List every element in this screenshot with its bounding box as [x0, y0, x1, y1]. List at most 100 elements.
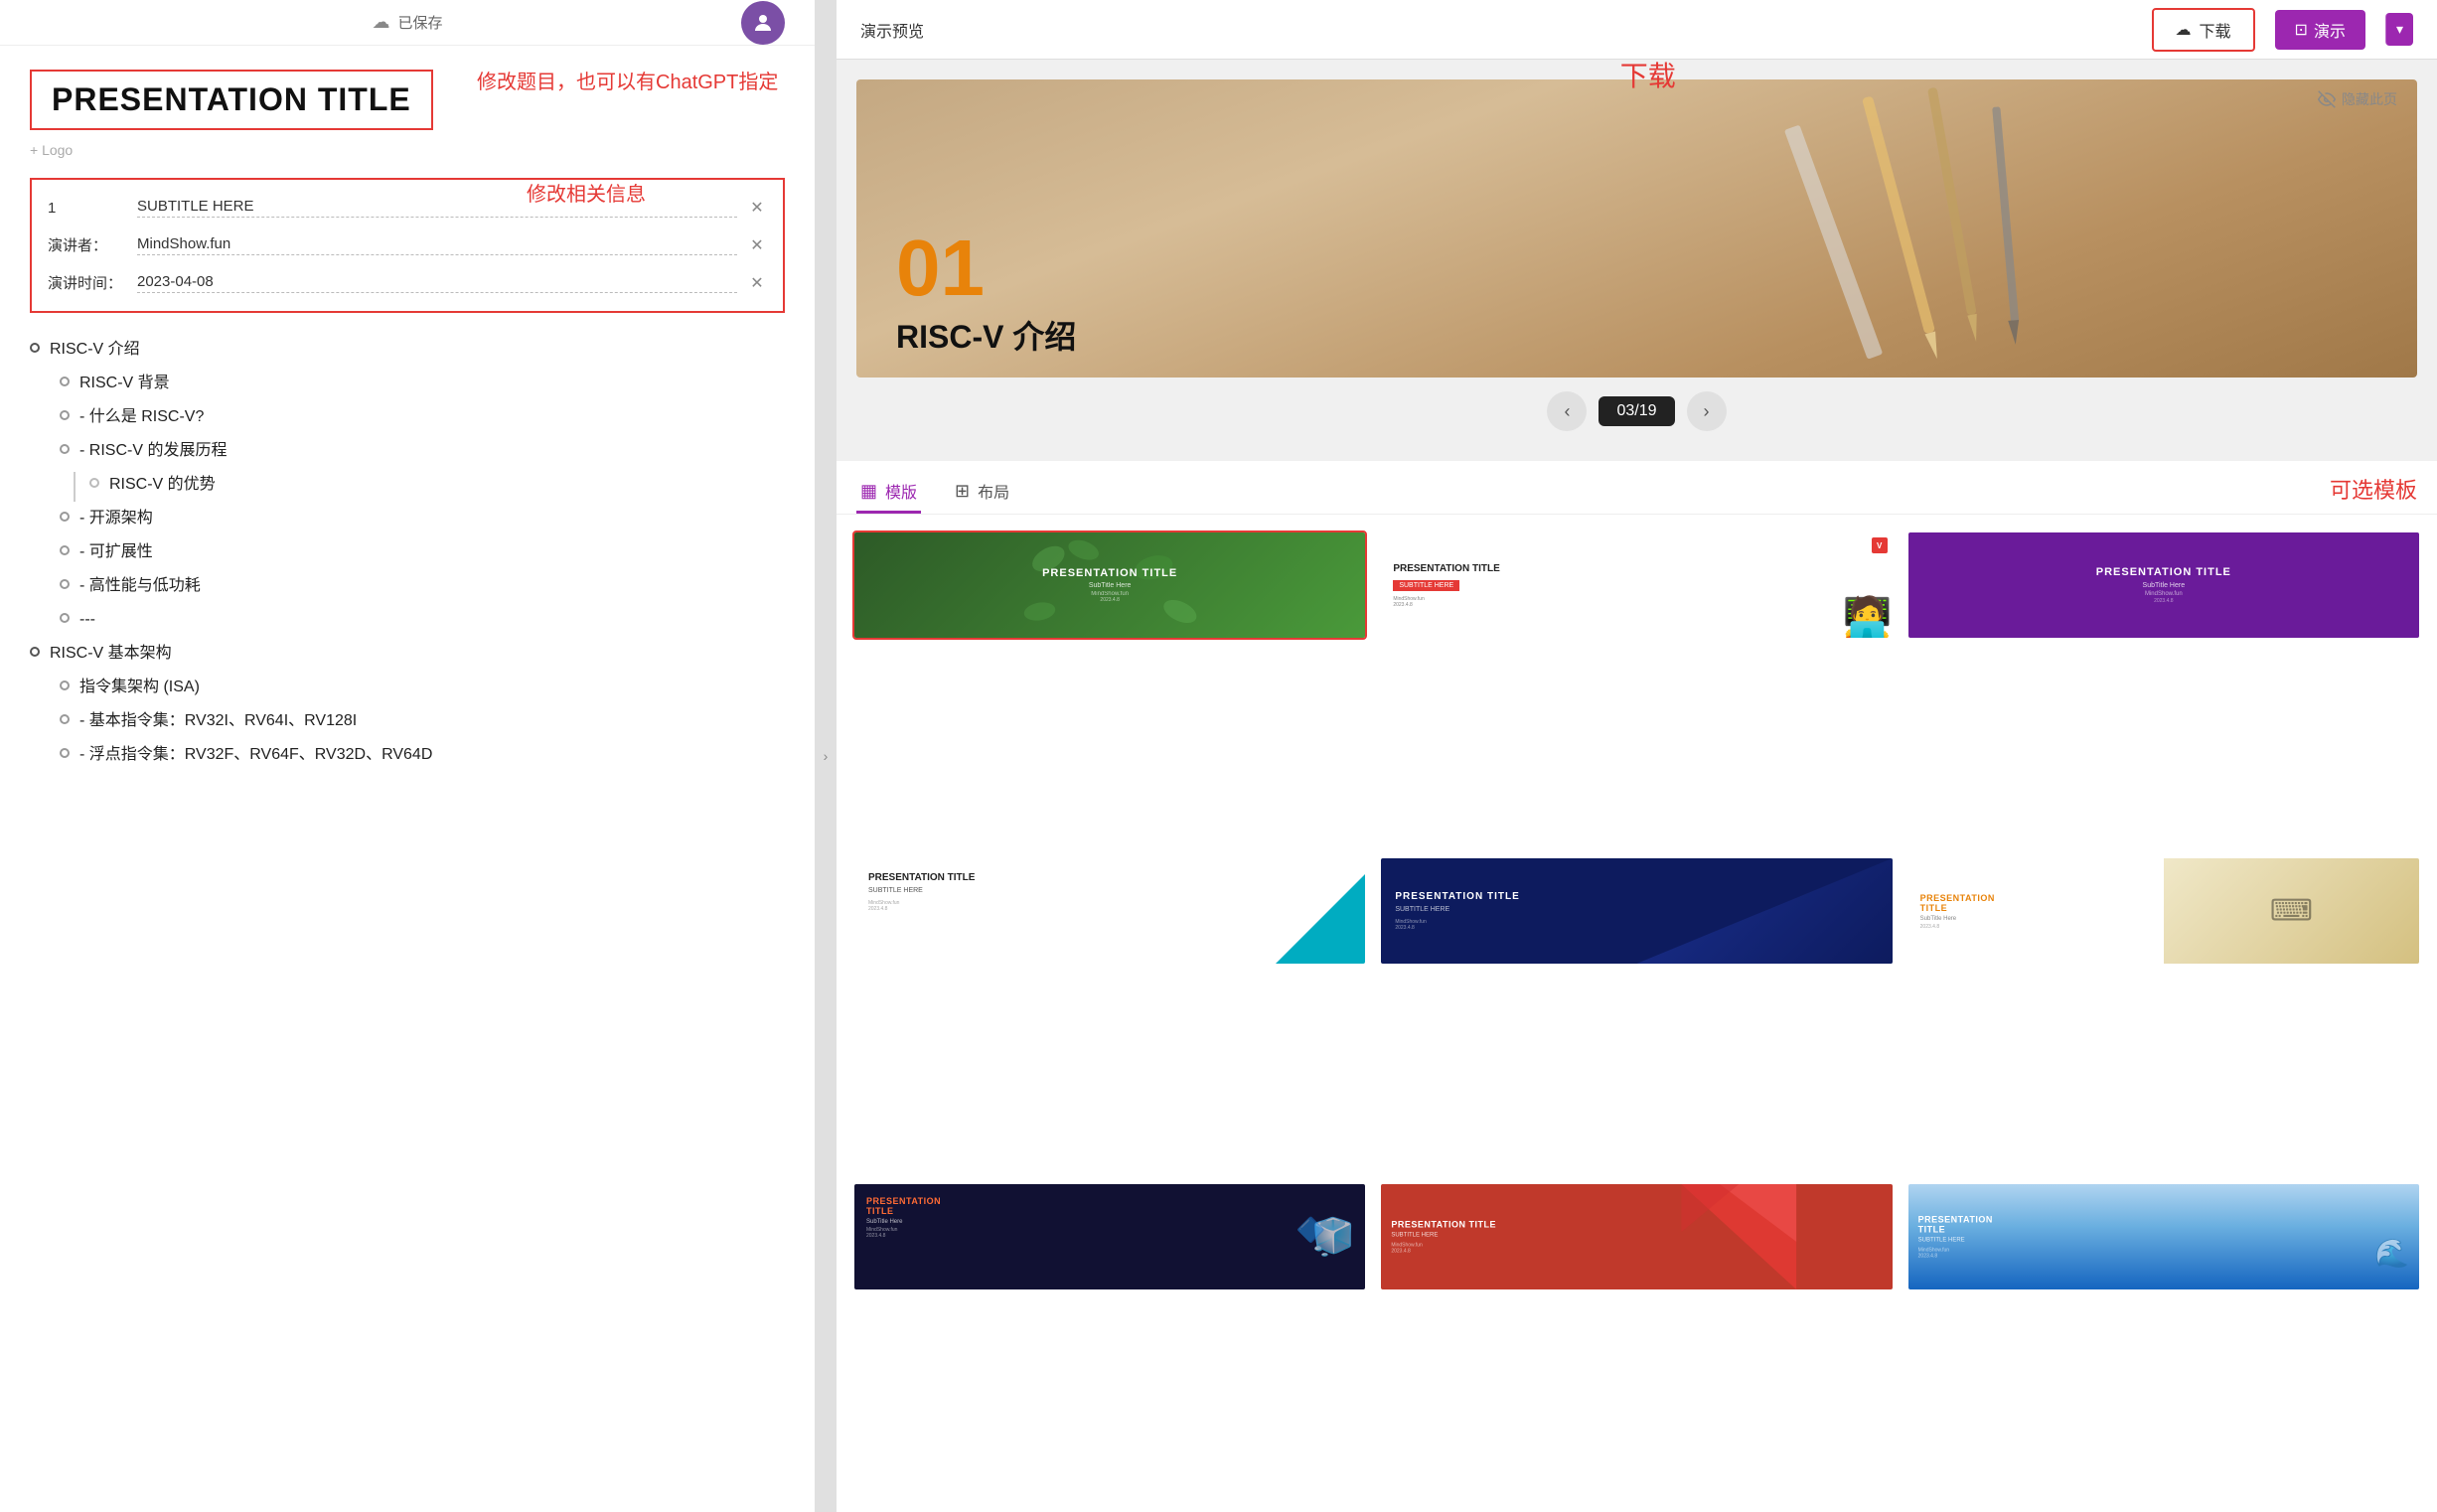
left-header: ☁ 已保存 — [0, 0, 815, 46]
info-row-presenter: 演讲者： MindShow.fun ✕ — [32, 227, 783, 264]
list-item[interactable]: - 可扩展性 — [30, 535, 785, 569]
template-card-2[interactable]: PRESENTATION TITLE SUBTITLE HERE MindSho… — [1379, 530, 1894, 640]
slide-navigation: ‹ 03/19 › — [856, 378, 2417, 441]
template-card-3[interactable]: PRESENTATION TITLE SubTitle Here MindSho… — [1906, 530, 2421, 640]
list-item[interactable]: RISC-V 介绍 — [30, 333, 785, 367]
template-card-4[interactable]: PRESENTATION TITLE SUBTITLE HERE MindSho… — [852, 856, 1367, 966]
template-card-8[interactable]: PRESENTATION TITLE SUBTITLE HERE MindSho… — [1379, 1182, 1894, 1291]
template-tab-label: 模版 — [885, 479, 917, 503]
layout-tab-icon: ⊞ — [955, 481, 970, 502]
outline-area: RISC-V 介绍 RISC-V 背景 - 什么是 RISC-V? - RISC… — [0, 313, 815, 1512]
item-text: - 高性能与低功耗 — [79, 574, 201, 598]
download-cloud-icon: ☁ — [2176, 20, 2192, 40]
date-close-icon[interactable]: ✕ — [747, 273, 767, 293]
subtitle-value[interactable]: SUBTITLE HERE — [137, 198, 737, 218]
preview-label: 演示预览 — [860, 18, 924, 42]
right-panel: 演示预览 ☁ 下载 ⊡ 演示 ▾ 下载 — [837, 0, 2437, 1512]
preview-area: 01 RISC-V 介绍 隐藏此页 ‹ 03/19 › — [837, 60, 2437, 461]
cloud-save-area: ☁ 已保存 — [372, 12, 442, 33]
subtitle-close-icon[interactable]: ✕ — [747, 198, 767, 218]
item-text: RISC-V 背景 — [79, 372, 170, 395]
item-text: - 基本指令集：RV32I、RV64I、RV128I — [79, 709, 357, 733]
annotation-info: 修改相关信息 — [527, 178, 646, 207]
bullet-icon — [60, 680, 70, 690]
info-box: 1 SUBTITLE HERE ✕ 演讲者： MindShow.fun ✕ 演讲… — [30, 178, 785, 313]
item-text: --- — [79, 608, 95, 632]
next-slide-button[interactable]: › — [1687, 391, 1727, 431]
list-item[interactable]: --- — [30, 603, 785, 637]
item-text: - 浮点指令集：RV32F、RV64F、RV32D、RV64D — [79, 743, 432, 767]
hide-page-button[interactable]: 隐藏此页 — [2318, 89, 2397, 109]
prev-slide-button[interactable]: ‹ — [1547, 391, 1587, 431]
template-card-6[interactable]: PRESENTATION TITLE SubTitle Here 2023.4.… — [1906, 856, 2421, 966]
user-avatar[interactable] — [741, 1, 785, 45]
collapse-panel-button[interactable]: › — [815, 0, 837, 1512]
list-item[interactable]: - RISC-V 的发展历程 — [30, 434, 785, 468]
item-text: RISC-V 介绍 — [50, 338, 140, 362]
bullet-icon — [60, 714, 70, 724]
template-annotation: 可选模板 — [2330, 473, 2417, 513]
item-text: RISC-V 的优势 — [109, 473, 216, 497]
template-card-5[interactable]: PRESENTATION TITLE SUBTITLE HERE MindSho… — [1379, 856, 1894, 966]
template-card-9[interactable]: 🌊 PRESENTATION TITLE SUBTITLE HERE MindS… — [1906, 1182, 2421, 1291]
level3-group: RISC-V 的优势 — [30, 468, 785, 502]
bullet-icon — [60, 748, 70, 758]
list-item[interactable]: - 开源架构 — [30, 502, 785, 535]
item-text: - 可扩展性 — [79, 540, 153, 564]
item-text: 指令集架构 (ISA) — [79, 676, 200, 699]
present-button[interactable]: ⊡ 演示 — [2275, 10, 2365, 50]
presenter-value[interactable]: MindShow.fun — [137, 235, 737, 255]
bullet-icon — [60, 579, 70, 589]
tab-layout[interactable]: ⊞ 布局 — [951, 471, 1013, 514]
bullet-icon — [30, 647, 40, 657]
download-btn-label: 下载 — [2200, 18, 2231, 42]
item-text: RISC-V 基本架构 — [50, 642, 172, 666]
bullet-icon — [89, 478, 99, 488]
list-item[interactable]: RISC-V 基本架构 — [30, 637, 785, 671]
annotation-title: 修改题目，也可以有ChatGPT指定 — [477, 66, 778, 94]
hide-page-label: 隐藏此页 — [2342, 89, 2397, 109]
date-label: 演讲时间： — [48, 272, 137, 293]
list-item[interactable]: - 基本指令集：RV32I、RV64I、RV128I — [30, 704, 785, 738]
list-item[interactable]: - 什么是 RISC-V? — [30, 400, 785, 434]
slide-number: 01 — [896, 228, 1076, 308]
subtitle-label: 1 — [48, 200, 137, 217]
present-btn-label: 演示 — [2314, 18, 2346, 42]
list-item[interactable]: - 高性能与低功耗 — [30, 569, 785, 603]
layout-tab-label: 布局 — [978, 479, 1009, 503]
info-row-date: 演讲时间： 2023-04-08 ✕ — [32, 264, 783, 301]
template-card-1[interactable]: PRESENTATION TITLE SubTitle Here MindSho… — [852, 530, 1367, 640]
template-section: ▦ 模版 ⊞ 布局 可选模板 — [837, 461, 2437, 1512]
list-item[interactable]: - 浮点指令集：RV32F、RV64F、RV32D、RV64D — [30, 738, 785, 772]
date-value[interactable]: 2023-04-08 — [137, 273, 737, 293]
title-area: PRESENTATION TITLE + Logo 修改题目，也可以有ChatG… — [0, 46, 815, 168]
bullet-icon — [60, 512, 70, 522]
bullet-icon — [60, 613, 70, 623]
list-item[interactable]: RISC-V 背景 — [30, 367, 785, 400]
list-item[interactable]: 指令集架构 (ISA) — [30, 671, 785, 704]
bullet-icon — [60, 410, 70, 420]
slide-container: 01 RISC-V 介绍 隐藏此页 — [856, 79, 2417, 378]
item-text: - 开源架构 — [79, 507, 153, 530]
logo-add-button[interactable]: + Logo — [30, 142, 785, 158]
slide-title: RISC-V 介绍 — [896, 312, 1076, 358]
tab-template[interactable]: ▦ 模版 — [856, 471, 921, 514]
download-button[interactable]: ☁ 下载 — [2152, 8, 2255, 52]
page-indicator: 03/19 — [1599, 396, 1674, 426]
info-row-subtitle: 1 SUBTITLE HERE ✕ — [32, 190, 783, 227]
bullet-icon — [60, 444, 70, 454]
bullet-icon — [60, 377, 70, 386]
right-header: 演示预览 ☁ 下载 ⊡ 演示 ▾ 下载 — [837, 0, 2437, 60]
template-card-7[interactable]: 🧊 🔷 PRESENTATION TITLE SubTitle Here Min… — [852, 1182, 1367, 1291]
bullet-icon — [60, 545, 70, 555]
presenter-close-icon[interactable]: ✕ — [747, 235, 767, 255]
template-grid: PRESENTATION TITLE SubTitle Here MindSho… — [837, 515, 2437, 1512]
presenter-label: 演讲者： — [48, 234, 137, 255]
template-tab-icon: ▦ — [860, 481, 877, 502]
cloud-icon: ☁ — [372, 12, 389, 33]
list-item[interactable]: RISC-V 的优势 — [89, 468, 216, 502]
item-text: - 什么是 RISC-V? — [79, 405, 204, 429]
present-dropdown-button[interactable]: ▾ — [2385, 13, 2413, 46]
presentation-title-box[interactable]: PRESENTATION TITLE — [30, 70, 433, 130]
bullet-icon — [30, 343, 40, 353]
